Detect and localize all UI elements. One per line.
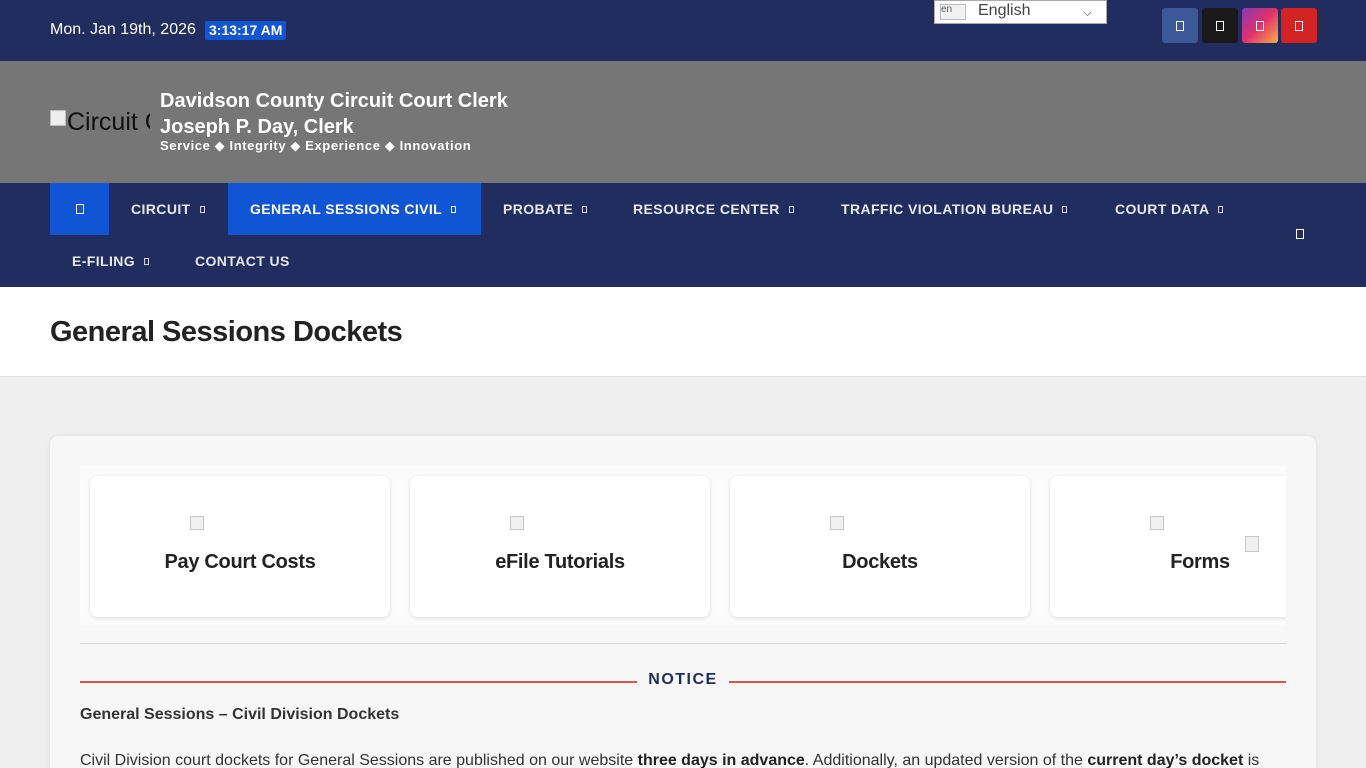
notice-paragraph: Civil Division court dockets for General…: [80, 752, 1286, 768]
tile-dockets[interactable]: Dockets: [730, 476, 1030, 617]
site-tagline: Service ◆ Integrity ◆ Experience ◆ Innov…: [160, 138, 472, 153]
tile-label: Dockets: [842, 551, 918, 573]
chevron-down-icon: [199, 205, 205, 213]
nav-item-label: GENERAL SESSIONS CIVIL: [250, 201, 443, 217]
nav-item-resource-center[interactable]: RESOURCE CENTER: [611, 183, 819, 235]
x-twitter-icon[interactable]: [1202, 8, 1238, 43]
paragraph-bold-text: three days in advance: [637, 752, 805, 768]
site-subtitle: Joseph P. Day, Clerk: [160, 116, 354, 138]
tile-label: Forms: [1170, 551, 1230, 573]
current-date: Mon. Jan 19th, 2026: [50, 21, 196, 38]
paragraph-bold-text: current day’s docket: [1087, 752, 1244, 768]
nav-item-probate[interactable]: PROBATE: [481, 183, 611, 235]
tile-image-icon: [190, 516, 204, 530]
chevron-down-icon: [582, 205, 588, 213]
notice-divider-left: [80, 681, 637, 683]
home-icon: [75, 204, 84, 214]
logo-alt-text: Circuit C: [67, 108, 150, 136]
nav-item-label: CONTACT US: [195, 253, 290, 269]
paragraph-text: is: [1243, 752, 1260, 768]
nav-item-e-filing[interactable]: E-FILING: [50, 235, 173, 287]
language-select[interactable]: en English ⌵: [934, 0, 1107, 24]
page-title-bar: General Sessions Dockets: [0, 287, 1366, 377]
tile-label: Pay Court Costs: [164, 551, 316, 573]
tile-image-icon: [510, 516, 524, 530]
chevron-down-icon: [788, 205, 794, 213]
site-logo[interactable]: Circuit C: [50, 108, 150, 138]
nav-item-label: CIRCUIT: [131, 201, 191, 217]
top-bar: Mon. Jan 19th, 2026 3:13:17 AM en Englis…: [0, 0, 1366, 61]
site-header: Circuit C Davidson County Circuit Court …: [0, 61, 1366, 183]
tile-efile-tutorials[interactable]: eFile Tutorials: [410, 476, 710, 617]
current-time: 3:13:17 AM: [205, 21, 287, 40]
tile-image-icon: [830, 516, 844, 530]
language-label: English: [978, 2, 1031, 19]
tile-label: eFile Tutorials: [495, 551, 625, 573]
tile-image-icon: [1150, 516, 1164, 530]
quick-links-carousel: Pay Court Costs eFile Tutorials Dockets …: [80, 466, 1286, 626]
nav-item-label: PROBATE: [503, 201, 574, 217]
page-title: General Sessions Dockets: [50, 316, 403, 348]
chevron-down-icon: [1062, 205, 1068, 213]
divider: [80, 643, 1286, 644]
nav-item-circuit[interactable]: CIRCUIT: [109, 183, 228, 235]
nav-item-contact-us[interactable]: CONTACT US: [173, 235, 313, 287]
flag-icon: en: [940, 4, 966, 20]
paragraph-text: . Additionally, an updated version of th…: [804, 752, 1088, 768]
carousel-next-arrow-icon[interactable]: [1245, 536, 1259, 552]
nav-item-label: E-FILING: [72, 253, 136, 269]
nav-item-court-data[interactable]: COURT DATA: [1093, 183, 1253, 235]
nav-item-label: TRAFFIC VIOLATION BUREAU: [841, 201, 1054, 217]
notice-subheading: General Sessions – Civil Division Docket…: [80, 706, 400, 723]
nav-item-general-sessions-civil[interactable]: GENERAL SESSIONS CIVIL: [228, 183, 481, 235]
chevron-down-icon: [144, 257, 150, 265]
site-title[interactable]: Davidson County Circuit Court Clerk: [160, 87, 508, 115]
nav-item-label: COURT DATA: [1115, 201, 1210, 217]
notice-heading: NOTICE: [648, 671, 718, 688]
chevron-down-icon: ⌵: [1083, 5, 1093, 19]
home-button[interactable]: [50, 183, 109, 235]
tile-pay-court-costs[interactable]: Pay Court Costs: [90, 476, 390, 617]
instagram-icon[interactable]: [1242, 8, 1278, 43]
main-nav: CIRCUIT GENERAL SESSIONS CIVIL PROBATE R…: [0, 183, 1366, 287]
nav-item-label: RESOURCE CENTER: [633, 201, 780, 217]
youtube-icon[interactable]: [1281, 8, 1317, 43]
nav-item-traffic-violation-bureau[interactable]: TRAFFIC VIOLATION BUREAU: [819, 183, 1093, 235]
notice-divider-right: [729, 681, 1286, 683]
chevron-down-icon: [451, 205, 457, 213]
search-icon[interactable]: [1296, 229, 1306, 241]
paragraph-text: Civil Division court dockets for General…: [80, 752, 638, 768]
facebook-icon[interactable]: [1162, 8, 1198, 43]
chevron-down-icon: [1218, 205, 1224, 213]
